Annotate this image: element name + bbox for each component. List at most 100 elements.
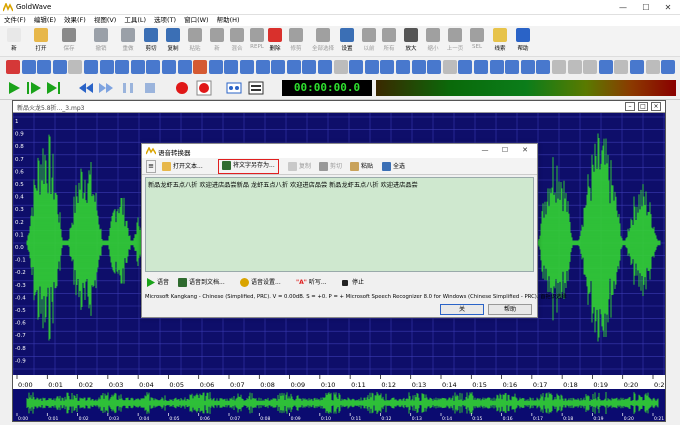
minimize-button[interactable]: — bbox=[612, 1, 634, 14]
effect-button-24[interactable] bbox=[364, 60, 379, 74]
effect-button-16[interactable] bbox=[240, 60, 254, 74]
toolbar-button-select-all[interactable]: 全部选择 bbox=[312, 28, 334, 56]
stop-speech-button[interactable]: 停止 bbox=[342, 276, 364, 289]
effect-button-10[interactable] bbox=[146, 60, 161, 74]
dictate-button[interactable]: "A" 听写... bbox=[296, 276, 327, 289]
copy-button[interactable]: 复制 bbox=[288, 160, 311, 173]
effect-button-41[interactable] bbox=[630, 60, 644, 74]
record-button[interactable] bbox=[174, 80, 190, 96]
text-area[interactable]: 新品龙虾五点八折 欢迎进店品尝新品 龙虾五点八折 欢迎进店品尝 新品龙虾五点八折… bbox=[145, 177, 534, 272]
menu-file[interactable]: 文件(F) bbox=[0, 15, 30, 26]
fast-forward-button[interactable] bbox=[98, 80, 114, 96]
pause-button[interactable] bbox=[120, 80, 136, 96]
effect-button-15[interactable] bbox=[224, 60, 239, 74]
effect-button-21[interactable] bbox=[318, 60, 332, 74]
select-all-button[interactable]: 全选 bbox=[382, 160, 405, 173]
dialog-menu-button[interactable]: ≡ bbox=[146, 160, 156, 173]
control-button[interactable] bbox=[226, 80, 242, 96]
toolbar-button-previous[interactable]: 以前 bbox=[358, 28, 380, 56]
toolbar-button-paste[interactable]: 粘贴 bbox=[184, 28, 206, 56]
effect-button-8[interactable] bbox=[115, 60, 130, 74]
rewind-button[interactable] bbox=[78, 80, 94, 96]
effect-button-34[interactable] bbox=[520, 60, 535, 74]
menu-tools[interactable]: 工具(L) bbox=[120, 15, 150, 26]
effect-button-30[interactable] bbox=[458, 60, 473, 74]
effect-button-20[interactable] bbox=[302, 60, 317, 74]
toolbar-button-trim[interactable]: 修剪 bbox=[285, 28, 307, 56]
effect-button-2[interactable] bbox=[21, 60, 36, 74]
menu-window[interactable]: 窗口(W) bbox=[180, 15, 213, 26]
effect-button-40[interactable] bbox=[614, 60, 629, 74]
toolbar-button-scissors[interactable]: 剪切 bbox=[140, 28, 162, 56]
menu-help[interactable]: 帮助(H) bbox=[213, 15, 244, 26]
effect-button-9[interactable] bbox=[130, 60, 145, 74]
toolbar-button-new-file[interactable]: 新 bbox=[3, 28, 25, 56]
effect-button-18[interactable] bbox=[271, 60, 286, 74]
effect-button-26[interactable] bbox=[396, 60, 410, 74]
record-new-button[interactable] bbox=[196, 80, 212, 96]
toolbar-button-undo[interactable]: 撤销 bbox=[90, 28, 112, 56]
effect-button-1[interactable] bbox=[6, 60, 20, 74]
paste-button[interactable]: 粘贴 bbox=[350, 160, 373, 173]
effect-button-22[interactable] bbox=[333, 60, 348, 74]
effect-button-33[interactable] bbox=[505, 60, 520, 74]
effect-button-38[interactable] bbox=[583, 60, 598, 74]
dialog-minimize-button[interactable]: — bbox=[474, 144, 496, 157]
menu-options[interactable]: 选项(T) bbox=[150, 15, 180, 26]
wave-maximize-button[interactable]: □ bbox=[638, 102, 648, 111]
effect-button-43[interactable] bbox=[661, 60, 676, 74]
effect-button-31[interactable] bbox=[474, 60, 488, 74]
overview-bar[interactable]: 0:00 0:01 0:02 0:03 0:04 0:05 0:06 0:07 0:08 0:09… bbox=[13, 389, 665, 421]
effect-button-17[interactable] bbox=[255, 60, 270, 74]
close-button[interactable]: ✕ bbox=[657, 1, 679, 14]
play-button[interactable] bbox=[6, 80, 22, 96]
effect-button-4[interactable] bbox=[52, 60, 67, 74]
toolbar-button-prev-page[interactable]: 上一页 bbox=[444, 28, 466, 56]
effect-button-32[interactable] bbox=[489, 60, 504, 74]
effect-button-29[interactable] bbox=[442, 60, 457, 74]
toolbar-button-save[interactable]: 保存 bbox=[58, 28, 80, 56]
effect-button-7[interactable] bbox=[99, 60, 114, 74]
effect-button-5[interactable] bbox=[68, 60, 83, 74]
play-end-button[interactable] bbox=[46, 80, 62, 96]
effect-button-23[interactable] bbox=[349, 60, 364, 74]
effect-button-27[interactable] bbox=[411, 60, 426, 74]
voice-settings-button[interactable]: 语音设置... bbox=[240, 276, 281, 289]
toolbar-button-zoom-sel[interactable]: SEL bbox=[466, 28, 488, 56]
toolbar-button-copy[interactable]: 复制 bbox=[162, 28, 184, 56]
effect-button-42[interactable] bbox=[645, 60, 660, 74]
effect-button-35[interactable] bbox=[536, 60, 551, 74]
effect-button-37[interactable] bbox=[567, 60, 582, 74]
speak-button[interactable]: 语音 bbox=[146, 276, 169, 289]
wave-close-button[interactable]: × bbox=[651, 102, 661, 111]
toolbar-button-zoom-out[interactable]: 缩小 bbox=[422, 28, 444, 56]
effect-button-6[interactable] bbox=[84, 60, 98, 74]
save-text-as-button[interactable]: 将文字另存为... bbox=[218, 159, 279, 174]
toolbar-button-redo[interactable]: 重做 bbox=[117, 28, 139, 56]
play-selection-button[interactable] bbox=[26, 80, 42, 96]
menu-effect[interactable]: 效果(F) bbox=[60, 15, 90, 26]
help-dialog-button[interactable]: 帮助 bbox=[488, 304, 532, 315]
toolbar-button-mix[interactable]: 混合 bbox=[226, 28, 248, 56]
speak-to-document-button[interactable]: 语音到文档... bbox=[178, 276, 225, 289]
cut-button[interactable]: 剪切 bbox=[319, 160, 342, 173]
toolbar-button-set[interactable]: 设置 bbox=[336, 28, 358, 56]
menu-edit[interactable]: 编辑(E) bbox=[30, 15, 60, 26]
menu-view[interactable]: 视图(V) bbox=[90, 15, 121, 26]
effect-button-3[interactable] bbox=[37, 60, 52, 74]
stop-button[interactable] bbox=[142, 80, 158, 96]
toolbar-button-help[interactable]: 帮助 bbox=[512, 28, 534, 56]
dialog-maximize-button[interactable]: ☐ bbox=[494, 144, 516, 157]
effect-button-11[interactable] bbox=[162, 60, 176, 74]
toolbar-button-cue[interactable]: 线索 bbox=[489, 28, 511, 56]
effect-button-12[interactable] bbox=[177, 60, 192, 74]
device-button[interactable] bbox=[248, 80, 264, 96]
toolbar-button-delete[interactable]: 删除 bbox=[264, 28, 286, 56]
effect-button-13[interactable] bbox=[193, 60, 208, 74]
maximize-button[interactable]: ☐ bbox=[635, 1, 657, 14]
effect-button-39[interactable] bbox=[598, 60, 613, 74]
close-dialog-button[interactable]: 关 bbox=[440, 304, 484, 315]
wave-minimize-button[interactable]: – bbox=[625, 102, 635, 111]
toolbar-button-zoom-all[interactable]: 所有 bbox=[378, 28, 400, 56]
effect-button-36[interactable] bbox=[552, 60, 566, 74]
